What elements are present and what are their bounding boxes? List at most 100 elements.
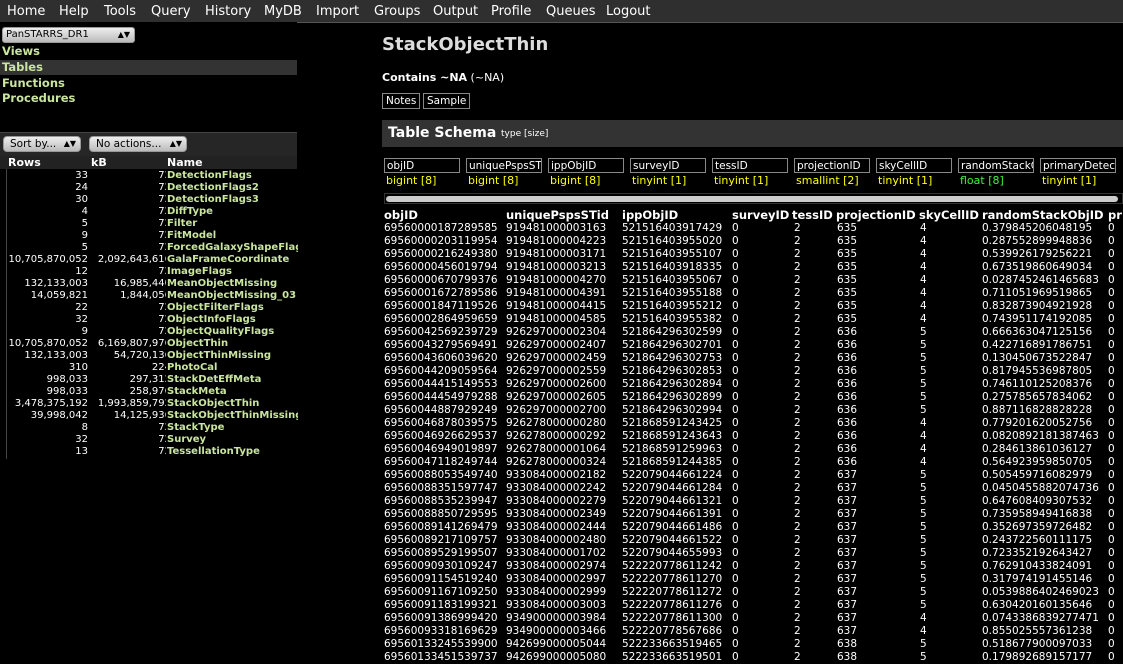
table-list-row[interactable]: 310 224 PhotoCal [7, 362, 298, 374]
table-name-link[interactable]: PhotoCal [166, 362, 298, 374]
nav-import[interactable]: Import [316, 4, 359, 19]
nav-groups[interactable]: Groups [374, 4, 420, 19]
scrollbar-thumb[interactable] [386, 196, 1118, 202]
schema-column-skyCellID[interactable]: skyCellID [876, 158, 952, 173]
table-name-link[interactable]: DetectionFlags [166, 170, 298, 182]
table-name-link[interactable]: StackObjectThinMissing [166, 410, 298, 422]
table-name-link[interactable]: TessellationType [166, 446, 298, 458]
table-cell: 2 [794, 469, 801, 481]
table-list-row[interactable]: 132,133,003 54,720,136 ObjectThinMissing [7, 350, 298, 362]
data-column-header[interactable]: uniquePspsSTid [506, 208, 609, 222]
table-list-row[interactable]: 998,033 258,976 StackMeta [7, 386, 298, 398]
nav-logout[interactable]: Logout [606, 4, 651, 19]
sort-select[interactable]: Sort by... ▲▼ [3, 136, 81, 152]
table-list-row[interactable]: 9 72 ObjectQualityFlags [7, 326, 298, 338]
schema-column-tessID[interactable]: tessID [712, 158, 788, 173]
table-list-row[interactable]: 22 72 ObjectFilterFlags [7, 302, 298, 314]
section-views[interactable]: Views [0, 44, 297, 59]
table-cell: 5 [920, 560, 927, 572]
data-column-header[interactable]: skyCellID [919, 208, 979, 222]
row-count: 4 [81, 206, 88, 217]
table-cell: 0.243722560111175 [982, 534, 1093, 546]
table-name-link[interactable]: StackObjectThin [166, 398, 298, 410]
table-list-row[interactable]: 39,998,042 14,125,936 StackObjectThinMissi… [7, 410, 298, 422]
data-column-header[interactable]: tessID [792, 208, 833, 222]
table-list-row[interactable]: 32 72 ObjectInfoFlags [7, 314, 298, 326]
table-list-row[interactable]: 4 72 DiffType [7, 206, 298, 218]
table-name-link[interactable]: MeanObjectMissing [166, 278, 298, 290]
section-functions[interactable]: Functions [0, 76, 297, 91]
table-list-row[interactable]: 13 72 TessellationType [7, 446, 298, 458]
schema-column-projectionID[interactable]: projectionID [794, 158, 870, 173]
schema-column-ippObjID[interactable]: ippObjID [548, 158, 624, 173]
table-name-link[interactable]: ObjectThinMissing [166, 350, 298, 362]
table-name-link[interactable]: DetectionFlags3 [166, 194, 298, 206]
data-column-header[interactable]: pr [1108, 208, 1122, 222]
table-list-row[interactable]: 32 72 Survey [7, 434, 298, 446]
data-column-header[interactable]: objID [384, 208, 418, 222]
table-name-link[interactable]: Survey [166, 434, 298, 446]
table-list-row[interactable]: 12 72 ImageFlags [7, 266, 298, 278]
nav-profile[interactable]: Profile [491, 4, 531, 19]
table-list-row[interactable]: 5 72 Filter [7, 218, 298, 230]
table-name-link[interactable]: StackType [166, 422, 298, 434]
table-name-link[interactable]: MeanObjectMissing_03 [166, 290, 298, 302]
table-name-link[interactable]: Filter [166, 218, 298, 230]
schema-column-surveyID[interactable]: surveyID [630, 158, 706, 173]
column-header-rows[interactable]: Rows [8, 156, 41, 169]
table-name-link[interactable]: GalaFrameCoordinate [166, 254, 298, 266]
notes-button[interactable]: Notes [382, 93, 421, 109]
nav-history[interactable]: History [205, 4, 251, 19]
table-list-row[interactable]: 3,478,375,192 1,993,859,792 StackObjectThi… [7, 398, 298, 410]
section-tables[interactable]: Tables [0, 60, 297, 75]
context-select[interactable]: PanSTARRS_DR1 ▲▼ [2, 27, 135, 43]
table-name-link[interactable]: ImageFlags [166, 266, 298, 278]
sample-button[interactable]: Sample [423, 93, 471, 109]
section-procedures[interactable]: Procedures [0, 91, 297, 106]
schema-column-uniquePspsSTid[interactable]: uniquePspsSTid [466, 158, 542, 173]
table-name-link[interactable]: ObjectInfoFlags [166, 314, 298, 326]
table-name-link[interactable]: ObjectFilterFlags [166, 302, 298, 314]
nav-query[interactable]: Query [151, 4, 191, 19]
data-column-header[interactable]: surveyID [732, 208, 789, 222]
table-list-row[interactable]: 14,059,821 1,844,056 MeanObjectMissing_03 [7, 290, 298, 302]
table-list-row[interactable]: 10,705,870,052 2,092,643,616 GalaFrameCoor… [7, 254, 298, 266]
nav-output[interactable]: Output [433, 4, 478, 19]
schema-column-primaryDetection[interactable]: primaryDetection [1040, 158, 1116, 173]
column-header-name[interactable]: Name [167, 156, 203, 169]
data-column-header[interactable]: projectionID [836, 208, 916, 222]
nav-home[interactable]: Home [7, 4, 45, 19]
nav-tools[interactable]: Tools [104, 4, 136, 19]
table-name-link[interactable]: StackDetEffMeta [166, 374, 298, 386]
table-list-row[interactable]: 24 72 DetectionFlags2 [7, 182, 298, 194]
table-list-row[interactable]: 10,705,870,052 6,169,807,976 ObjectThin [7, 338, 298, 350]
table-name-link[interactable]: DetectionFlags2 [166, 182, 298, 194]
table-name-link[interactable]: ForcedGalaxyShapeFlags [166, 242, 298, 254]
table-list-row[interactable]: 8 72 StackType [7, 422, 298, 434]
column-header-kb[interactable]: kB [91, 156, 107, 169]
data-column-header[interactable]: randomStackObjID [982, 208, 1104, 222]
table-name-link[interactable]: FitModel [166, 230, 298, 242]
nav-queues[interactable]: Queues [546, 4, 595, 19]
table-list-row[interactable]: 9 72 FitModel [7, 230, 298, 242]
table-name-link[interactable]: ObjectThin [166, 338, 298, 350]
table-name-link[interactable]: DiffType [166, 206, 298, 218]
nav-help[interactable]: Help [59, 4, 89, 19]
schema-column-randomStackObjID[interactable]: randomStackObjID [958, 158, 1034, 173]
horizontal-scrollbar[interactable] [384, 193, 1123, 204]
table-cell: 637 [837, 508, 858, 520]
table-list-row[interactable]: 5 72 ForcedGalaxyShapeFlags [7, 242, 298, 254]
table-cell: 5 [920, 495, 927, 507]
row-count: 8 [81, 422, 88, 433]
schema-column-objID[interactable]: objID [384, 158, 460, 173]
table-name-link[interactable]: ObjectQualityFlags [166, 326, 298, 338]
nav-mydb[interactable]: MyDB [264, 4, 302, 19]
actions-select[interactable]: No actions... ▲▼ [89, 136, 187, 152]
table-name-link[interactable]: StackMeta [166, 386, 298, 398]
table-cell: 2 [794, 430, 801, 442]
table-list-row[interactable]: 998,033 297,312 StackDetEffMeta [7, 374, 298, 386]
table-list-row[interactable]: 30 72 DetectionFlags3 [7, 194, 298, 206]
data-column-header[interactable]: ippObjID [622, 208, 678, 222]
table-list-row[interactable]: 132,133,003 16,985,440 MeanObjectMissing [7, 278, 298, 290]
table-list-row[interactable]: 33 72 DetectionFlags [7, 170, 298, 182]
